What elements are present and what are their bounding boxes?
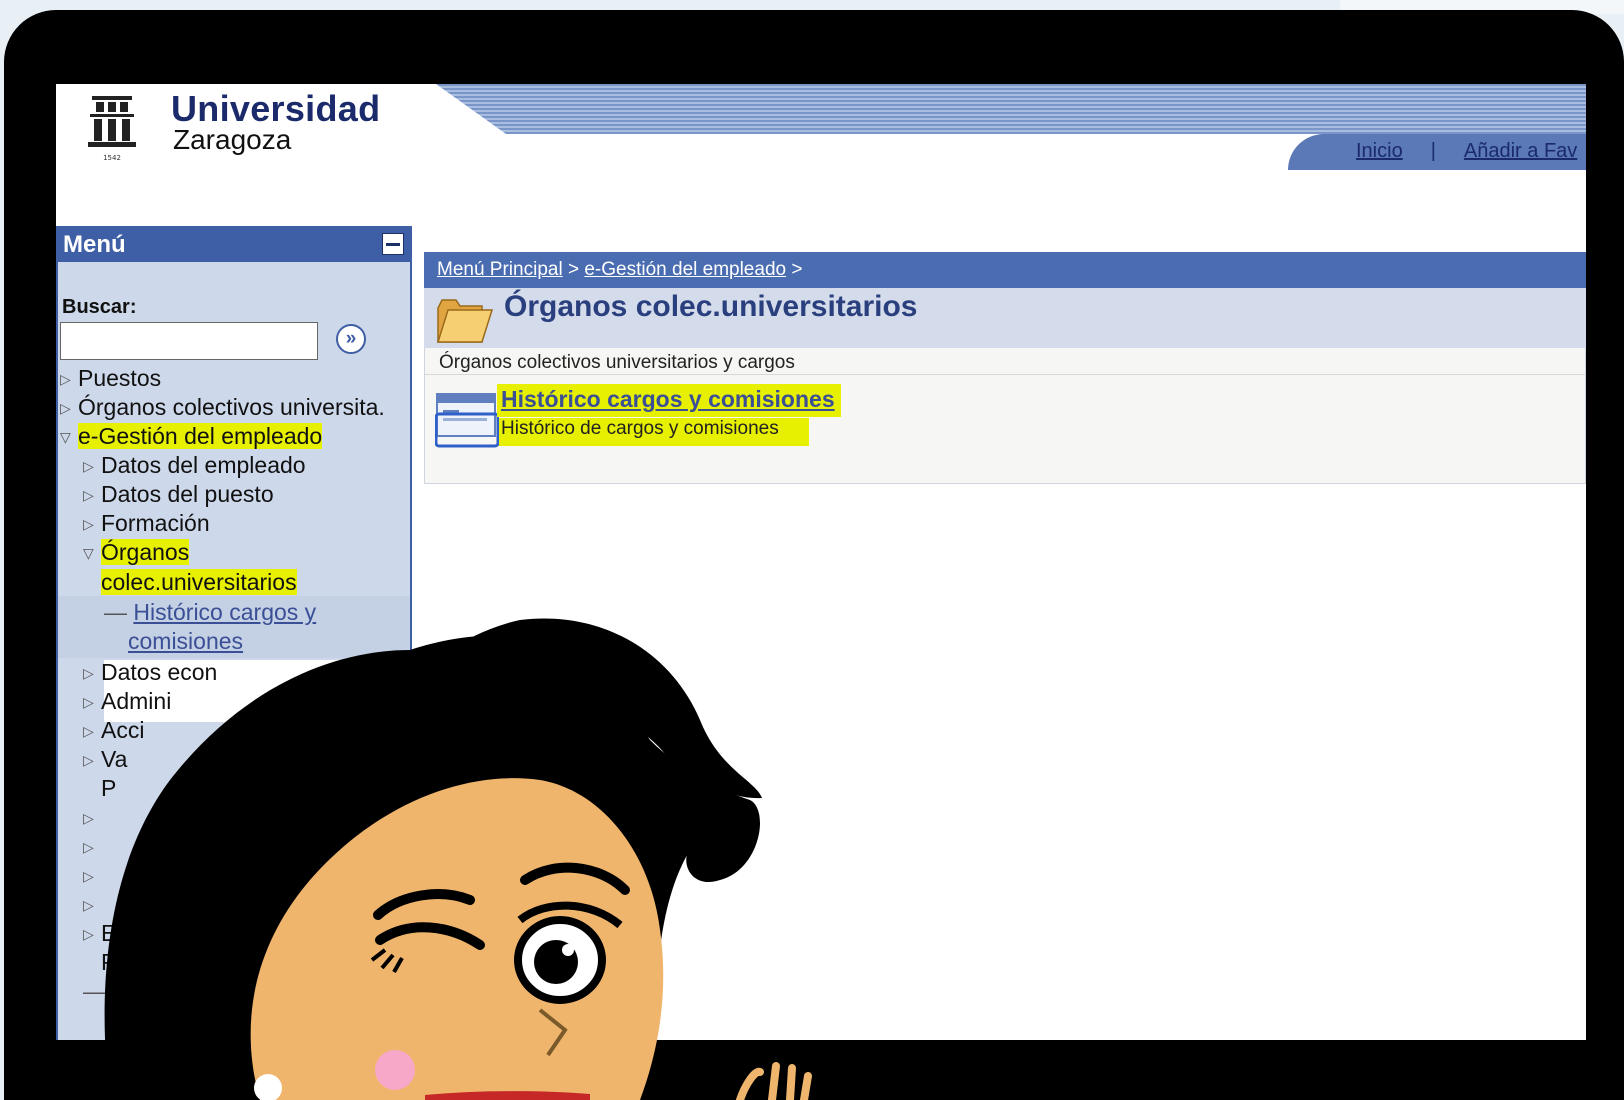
menu-item-datos-economicos[interactable]: ▷ Datos econ bbox=[83, 658, 217, 688]
breadcrumb-separator: > bbox=[567, 259, 580, 280]
menu-item-collapsed-2[interactable]: ▷ bbox=[83, 832, 101, 862]
menu-item-collapsed-1[interactable]: ▷ bbox=[83, 803, 101, 833]
menu-item-no[interactable]: — No bbox=[83, 977, 142, 1006]
collapse-menu-icon[interactable] bbox=[382, 233, 404, 255]
sidebar-menu: Menú Buscar: » ▷ Puestos ▷ Órganos colecti… bbox=[56, 226, 412, 1040]
menu-item-collapsed-3[interactable]: ▷ bbox=[83, 861, 101, 891]
component-description: Histórico de cargos y comisiones bbox=[499, 418, 809, 446]
menu-title: Menú bbox=[63, 231, 126, 258]
brand-city: Zaragoza bbox=[173, 124, 292, 155]
section-description: Órganos colectivos universitarios y carg… bbox=[439, 352, 795, 373]
breadcrumb-separator-trailing: > bbox=[791, 259, 803, 280]
menu-item-organos-colectivos[interactable]: ▷ Órganos colectivos universita. bbox=[60, 393, 385, 423]
nav-add-favorites-link[interactable]: Añadir a Fav bbox=[1464, 140, 1577, 162]
menu-search-input[interactable] bbox=[60, 322, 318, 360]
menu-item-p-continuation: P bbox=[101, 775, 117, 801]
menu-item-admin[interactable]: ▷ Admini bbox=[83, 687, 171, 717]
content-panel: Órganos colectivos universitarios y carg… bbox=[424, 348, 1586, 484]
menu-header: Menú bbox=[58, 228, 410, 262]
page-title: Órganos colec.universitarios bbox=[504, 290, 918, 323]
menu-item-va[interactable]: ▷ Va bbox=[83, 745, 127, 775]
page-title-bar: Órganos colec.universitarios bbox=[424, 288, 1586, 348]
menu-item-acciones[interactable]: ▷ Acci bbox=[83, 716, 144, 746]
menu-item-collapsed-4[interactable]: ▷ bbox=[83, 890, 101, 920]
component-window-icon[interactable] bbox=[435, 392, 499, 448]
folder-icon bbox=[436, 299, 494, 343]
menu-item-datos-empleado[interactable]: ▷ Datos del empleado bbox=[83, 451, 306, 481]
svg-text:1542: 1542 bbox=[103, 154, 121, 162]
monitor-frame: 1542 Universidad Zaragoza Inicio | Añadir … bbox=[4, 10, 1624, 1100]
component-link-highlight: Histórico cargos y comisiones bbox=[497, 384, 841, 417]
menu-item-e[interactable]: ▷ E bbox=[83, 919, 116, 949]
divider bbox=[425, 374, 1585, 375]
historico-cargos-link[interactable]: Histórico cargos y comisiones bbox=[501, 386, 835, 412]
breadcrumb: Menú Principal > e-Gestión del empleado … bbox=[424, 252, 1586, 288]
menu-item-historico-cargos[interactable]: — Histórico cargos y comisiones bbox=[104, 598, 316, 656]
header-nav: Inicio | Añadir a Fav bbox=[1356, 140, 1577, 163]
breadcrumb-section-link[interactable]: e-Gestión del empleado bbox=[584, 259, 786, 280]
menu-item-p-continuation-2: P bbox=[101, 949, 117, 975]
nav-separator: | bbox=[1430, 140, 1436, 162]
menu-item-puestos[interactable]: ▷ Puestos bbox=[60, 364, 161, 394]
header-decor-band bbox=[436, 84, 1586, 134]
search-go-icon[interactable]: » bbox=[336, 324, 366, 354]
university-logo-icon: 1542 bbox=[88, 96, 136, 162]
menu-item-formacion[interactable]: ▷ Formación bbox=[83, 509, 210, 539]
menu-item-datos-puesto[interactable]: ▷ Datos del puesto bbox=[83, 480, 274, 510]
nav-home-link[interactable]: Inicio bbox=[1356, 140, 1403, 162]
menu-item-egestion-empleado[interactable]: ▽ e-Gestión del empleado bbox=[60, 422, 323, 452]
menu-item-organos-colec-selected[interactable]: ▽ Órganos colec.universitarios bbox=[83, 538, 297, 597]
browser-screen: 1542 Universidad Zaragoza Inicio | Añadir … bbox=[56, 84, 1586, 1040]
breadcrumb-home-link[interactable]: Menú Principal bbox=[437, 259, 563, 280]
search-label: Buscar: bbox=[62, 296, 137, 318]
